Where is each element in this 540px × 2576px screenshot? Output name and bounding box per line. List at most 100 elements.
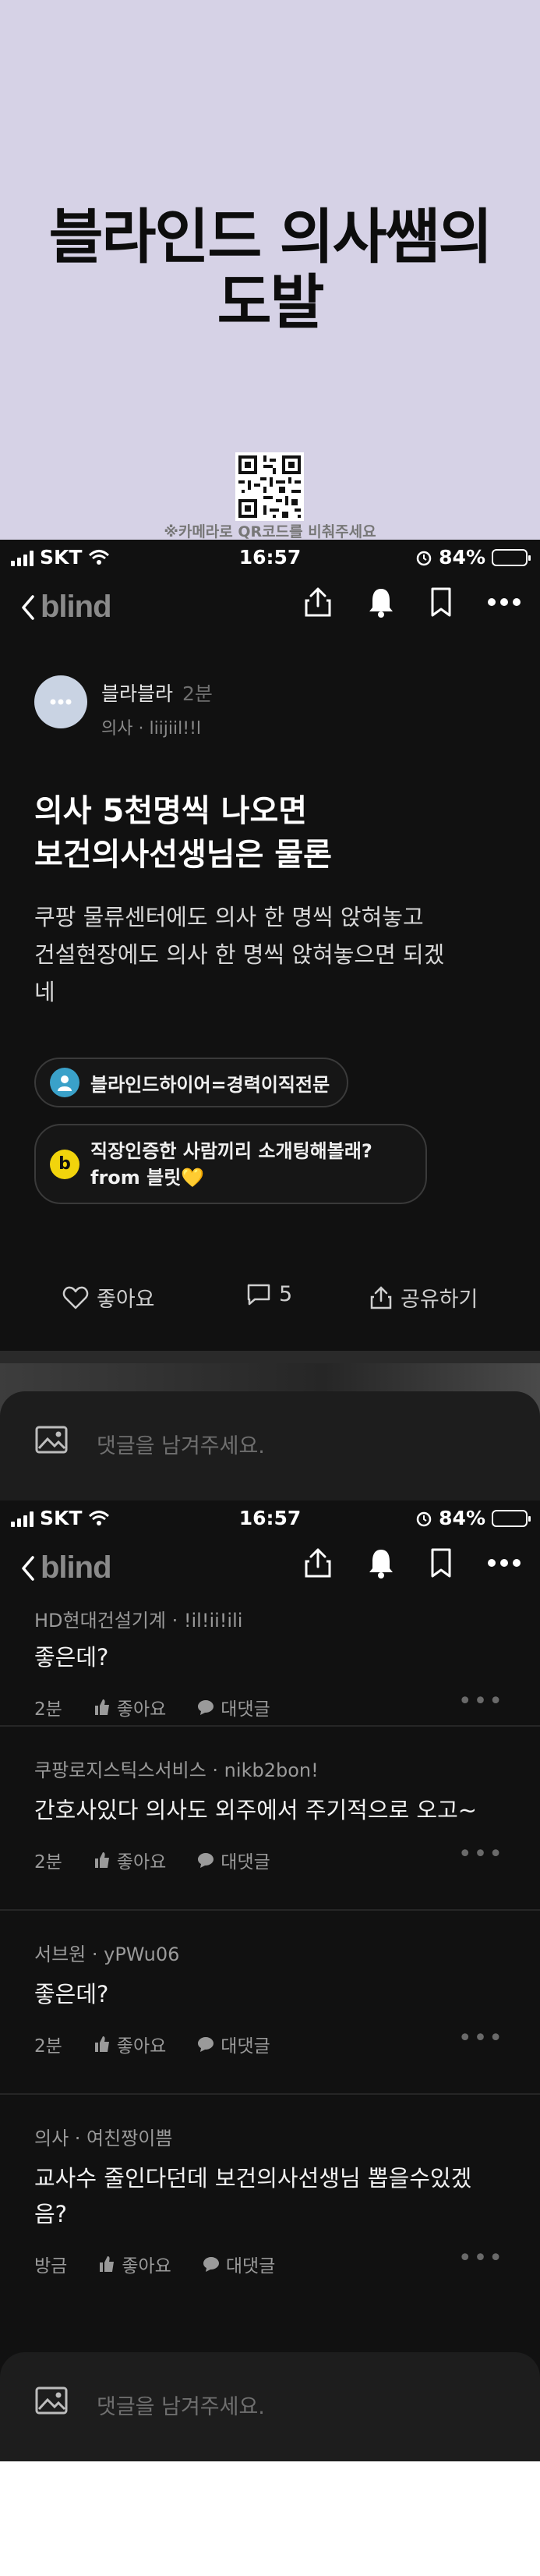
blit-logo-icon: b (50, 1149, 79, 1179)
alarm-icon (416, 551, 432, 565)
like-button[interactable]: 좋아요 (62, 1282, 155, 1313)
comment-text-line1: 교사수 줄인다던데 보건의사선생님 뽑을수있겠 (34, 2165, 472, 2192)
qr-code (235, 452, 304, 521)
comment-reply-button[interactable]: 대댓글 (203, 2251, 275, 2277)
comment-item: 쿠팡로지스틱스서비스 · nikb2bon! 간호사있다 의사도 외주에서 주기… (0, 1727, 540, 1911)
nav-bar: blind (0, 1535, 540, 1593)
post-title: 의사 5천명씩 나오면 보건의사선생님은 물론 (34, 789, 517, 877)
more-icon[interactable] (487, 597, 521, 607)
headline-line2: 도발 (217, 268, 325, 337)
headline-line1: 블라인드 의사쌤의 (48, 202, 493, 271)
comment-time: 방금 (34, 2256, 68, 2277)
heart-icon (62, 1286, 89, 1309)
comment-reply-button[interactable]: 대댓글 (197, 1694, 270, 1720)
post-author: 블라블라 2분 의사 · liijiil!!l (34, 675, 213, 739)
blit-ad-line1: 직장인증한 사람끼리 소개팅해볼래? (90, 1139, 372, 1162)
comment-like-button[interactable]: 좋아요 (94, 1694, 166, 1720)
share-label: 공유하기 (401, 1288, 478, 1312)
comment-composer[interactable]: 댓글을 남겨주세요. (0, 2352, 540, 2461)
author-avatar (34, 675, 87, 728)
thumbs-up-icon (100, 2256, 115, 2272)
comment-like-button[interactable]: 좋아요 (94, 1847, 166, 1873)
comment-input[interactable]: 댓글을 남겨주세요. (97, 1429, 265, 1459)
share-button[interactable]: 공유하기 (369, 1282, 478, 1313)
nav-bar: blind (0, 574, 540, 632)
status-bar: SKT 16:57 84% (0, 1501, 540, 1535)
comment-button[interactable]: 5 (246, 1282, 292, 1306)
comment-author[interactable]: 의사 · 여친짱이쁨 (34, 2123, 172, 2150)
reaction-bar: 좋아요 5 공유하기 (0, 1273, 540, 1320)
comment-text-line2: 음? (34, 2201, 68, 2227)
battery-icon (492, 548, 531, 566)
bookmark-icon[interactable] (429, 586, 453, 618)
reply-bubble-icon (198, 2037, 214, 2052)
like-label: 좋아요 (97, 1288, 155, 1312)
reply-bubble-icon (198, 1853, 214, 1868)
blind-logo: blind (41, 1550, 112, 1585)
status-bar: SKT 16:57 84% (0, 540, 540, 574)
comment-text: 좋은데? (34, 1644, 109, 1671)
post-time: 2분 (182, 682, 213, 705)
alarm-icon (416, 1511, 432, 1526)
reply-bubble-icon (198, 1700, 214, 1715)
hire-ad-label: 블라인드하이어=경력이직전문 (90, 1073, 330, 1096)
comment-author[interactable]: 쿠팡로지스틱스서비스 · nikb2bon! (34, 1755, 319, 1782)
post-body: 쿠팡 물류센터에도 의사 한 명씩 앉혀놓고 건설현장에도 의사 한 명씩 앉혀… (34, 898, 517, 1011)
comment-text: 좋은데? (34, 1981, 109, 2007)
blit-ad-line2: from 블릿💛 (90, 1166, 205, 1189)
post-body-line3: 네 (34, 979, 55, 1005)
battery-percent: 84% (439, 546, 485, 569)
comment-author[interactable]: 서브원 · yPWu06 (34, 1939, 179, 1966)
reply-bubble-icon (203, 2257, 219, 2272)
bell-icon[interactable] (367, 586, 395, 618)
thumbs-up-icon (94, 1852, 109, 1868)
comment-composer[interactable]: 댓글을 남겨주세요. (0, 1391, 540, 1501)
title-card: 블라인드 의사쌤의 도발 ※카메라로 QR코드를 비춰주세요 (0, 0, 540, 540)
back-button[interactable]: blind (20, 590, 112, 625)
image-icon[interactable] (34, 1424, 69, 1455)
share-icon[interactable] (303, 586, 333, 618)
author-meta: 의사 · liijiil!!l (101, 719, 201, 739)
comment-more-icon[interactable]: ••• (458, 2245, 504, 2272)
post-title-line1: 의사 5천명씩 나오면 (34, 793, 308, 829)
comment-time: 2분 (34, 1852, 62, 1873)
person-icon (50, 1068, 79, 1097)
section-divider (0, 1351, 540, 1363)
chat-bubble-icon (50, 699, 72, 705)
back-button[interactable]: blind (20, 1550, 112, 1586)
comments-screen: SKT 16:57 84% blind HD현대건설기계 · !il!ii!il… (0, 1501, 540, 2461)
comment-author[interactable]: HD현대건설기계 · !il!ii!ili (34, 1605, 242, 1632)
author-name[interactable]: 블라블라 (101, 682, 173, 705)
more-icon[interactable] (487, 1558, 521, 1568)
hire-ad-chip[interactable]: 블라인드하이어=경력이직전문 (34, 1058, 349, 1107)
comment-icon (247, 1284, 270, 1305)
qr-caption: ※카메라로 QR코드를 비춰주세요 (164, 523, 376, 540)
blind-logo: blind (41, 590, 112, 624)
comment-more-icon[interactable]: ••• (458, 1688, 504, 1715)
comment-time: 2분 (34, 1699, 62, 1720)
comment-like-button[interactable]: 좋아요 (98, 2251, 171, 2277)
blit-ad-chip[interactable]: b 직장인증한 사람끼리 소개팅해볼래? from 블릿💛 (34, 1124, 427, 1204)
post-title-line2: 보건의사선생님은 물론 (34, 837, 332, 873)
chevron-left-icon (22, 594, 34, 620)
comment-item: HD현대건설기계 · !il!ii!ili 좋은데? 2분 좋아요 대댓글 ••… (0, 1594, 540, 1727)
share-icon[interactable] (303, 1547, 333, 1579)
comment-reply-button[interactable]: 대댓글 (197, 1847, 270, 1873)
page: 블라인드 의사쌤의 도발 ※카메라로 QR코드를 비춰주세요 SKT 16:57… (0, 0, 540, 2576)
battery-percent: 84% (439, 1507, 485, 1529)
thumbs-up-icon (94, 2036, 109, 2052)
chevron-left-icon (22, 1555, 34, 1581)
comment-more-icon[interactable]: ••• (458, 1841, 504, 1868)
comment-reply-button[interactable]: 대댓글 (197, 2031, 270, 2057)
post-body-line2: 건설현장에도 의사 한 명씩 앉혀놓으면 되겠 (34, 941, 445, 968)
image-icon[interactable] (34, 2385, 69, 2416)
comment-more-icon[interactable]: ••• (458, 2025, 504, 2052)
bookmark-icon[interactable] (429, 1547, 453, 1579)
comment-text: 교사수 줄인다던데 보건의사선생님 뽑을수있겠 음? (34, 2160, 510, 2232)
thumbs-up-icon (94, 1699, 109, 1715)
comment-item: 의사 · 여친짱이쁨 교사수 줄인다던데 보건의사선생님 뽑을수있겠 음? 방금… (0, 2095, 540, 2329)
bell-icon[interactable] (367, 1547, 395, 1579)
comment-like-button[interactable]: 좋아요 (94, 2031, 166, 2057)
comment-input[interactable]: 댓글을 남겨주세요. (97, 2390, 265, 2420)
battery-icon (492, 1509, 531, 1527)
